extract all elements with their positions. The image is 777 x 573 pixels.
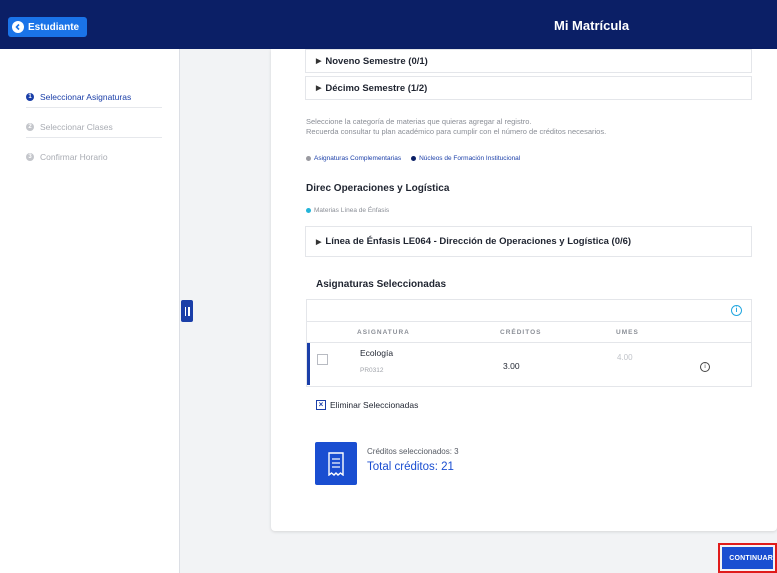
step-label: Confirmar Horario bbox=[40, 152, 108, 162]
step-number-badge: 2 bbox=[26, 123, 34, 131]
step-label: Seleccionar Clases bbox=[40, 122, 113, 132]
chevron-left-icon bbox=[12, 21, 24, 33]
emphasis-tag-label: Materias Línea de Énfasis bbox=[314, 207, 390, 214]
legend-dot bbox=[306, 208, 311, 213]
receipt-icon bbox=[328, 451, 344, 476]
close-icon: × bbox=[316, 400, 326, 410]
step-label: Seleccionar Asignaturas bbox=[40, 92, 132, 102]
receipt-icon-box bbox=[315, 442, 357, 485]
legend-label: Asignaturas Complementarias bbox=[314, 155, 402, 162]
sidebar: 1 Seleccionar Asignaturas 2 Seleccionar … bbox=[0, 49, 180, 573]
main-card: ▶ Noveno Semestre (0/1) ▶ Décimo Semestr… bbox=[271, 49, 777, 531]
row-checkbox[interactable] bbox=[317, 354, 328, 365]
selected-subjects-table: i ASIGNATURA CRÉDITOS UMES Ecología PR03… bbox=[306, 299, 752, 387]
legend-complementarias: Asignaturas Complementarias bbox=[306, 155, 401, 162]
subject-credits: 3.00 bbox=[503, 361, 520, 371]
pause-bar-icon bbox=[184, 306, 186, 316]
info-icon[interactable]: i bbox=[731, 305, 742, 316]
emphasis-tag: Materias Línea de Énfasis bbox=[306, 207, 389, 214]
legend-nucleos: Núcleos de Formación Institucional bbox=[411, 155, 520, 162]
legend-dot bbox=[411, 156, 417, 161]
section-title: Direc Operaciones y Logística bbox=[306, 183, 450, 194]
column-header-umes: UMES bbox=[616, 329, 639, 336]
help-line: Seleccione la categoría de materias que … bbox=[306, 117, 532, 126]
collapse-sidebar-button[interactable] bbox=[181, 300, 193, 322]
page-title: Mi Matrícula bbox=[554, 18, 630, 33]
caret-right-icon: ▶ bbox=[316, 85, 322, 92]
column-header-creditos: CRÉDITOS bbox=[500, 329, 542, 336]
column-header-asignatura: ASIGNATURA bbox=[357, 329, 410, 336]
divider bbox=[26, 107, 162, 108]
accordion-linea-enfasis[interactable]: ▶ Línea de Énfasis LE064 - Dirección de … bbox=[305, 226, 752, 257]
delete-selected-button[interactable]: × Eliminar Seleccionadas bbox=[316, 400, 418, 410]
help-text: Seleccione la categoría de materias que … bbox=[306, 117, 606, 137]
total-credits: Total créditos: 21 bbox=[367, 461, 454, 473]
info-icon[interactable]: i bbox=[700, 362, 710, 372]
top-bar: Estudiante Mi Matrícula bbox=[0, 0, 777, 49]
divider bbox=[26, 137, 162, 138]
step-confirm-schedule[interactable]: 3 Confirmar Horario bbox=[26, 152, 108, 162]
step-select-classes[interactable]: 2 Seleccionar Clases bbox=[26, 122, 113, 132]
credits-selected: Créditos seleccionados: 3 bbox=[367, 447, 459, 456]
caret-right-icon: ▶ bbox=[316, 58, 322, 65]
back-button-label: Estudiante bbox=[28, 21, 80, 33]
accordion-noveno-semestre[interactable]: ▶ Noveno Semestre (0/1) bbox=[305, 49, 752, 73]
accordion-label: Décimo Semestre (1/2) bbox=[325, 82, 428, 94]
step-number-badge: 1 bbox=[26, 93, 34, 101]
help-line: Recuerda consultar tu plan académico par… bbox=[306, 127, 607, 136]
legend-dot bbox=[306, 156, 311, 161]
accordion-label: Línea de Énfasis LE064 - Dirección de Op… bbox=[325, 236, 632, 247]
subject-code: PR0312 bbox=[360, 367, 384, 374]
subject-umes: 4.00 bbox=[617, 353, 633, 362]
accordion-label: Noveno Semestre (0/1) bbox=[325, 55, 428, 67]
selected-subjects-title: Asignaturas Seleccionadas bbox=[316, 279, 447, 290]
table-row: Ecología PR0312 3.00 4.00 i bbox=[307, 343, 751, 385]
legend-label: Núcleos de Formación Institucional bbox=[419, 155, 521, 162]
continue-button-highlight: CONTINUAR bbox=[718, 543, 777, 573]
table-header: ASIGNATURA CRÉDITOS UMES bbox=[307, 322, 751, 343]
table-toolbar: i bbox=[307, 300, 751, 322]
accordion-decimo-semestre[interactable]: ▶ Décimo Semestre (1/2) bbox=[305, 76, 752, 100]
subject-name: Ecología bbox=[360, 348, 394, 358]
delete-selected-label: Eliminar Seleccionadas bbox=[330, 400, 419, 410]
category-legend: Asignaturas Complementarias Núcleos de F… bbox=[306, 155, 526, 162]
pause-bar-icon bbox=[188, 306, 190, 316]
continue-button[interactable]: CONTINUAR bbox=[722, 547, 773, 569]
caret-right-icon: ▶ bbox=[316, 238, 322, 246]
step-number-badge: 3 bbox=[26, 153, 34, 161]
step-select-subjects[interactable]: 1 Seleccionar Asignaturas bbox=[26, 92, 131, 102]
back-to-student-button[interactable]: Estudiante bbox=[8, 17, 88, 37]
